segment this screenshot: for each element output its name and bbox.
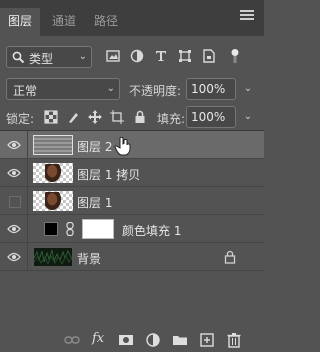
layer-thumbnail: [33, 247, 73, 267]
layer-row[interactable]: 图层 2: [0, 131, 264, 159]
new-layer-icon[interactable]: [199, 332, 215, 348]
panel-footer: fx: [0, 328, 264, 352]
lock-image-pixels-icon[interactable]: [66, 110, 80, 124]
filter-kind-label: 类型: [29, 52, 54, 66]
visibility-toggle[interactable]: [0, 187, 28, 215]
fill-value: 100%: [191, 110, 226, 124]
hand-cursor-icon: [114, 136, 131, 156]
add-mask-icon[interactable]: [118, 332, 134, 348]
layer-name: 背景: [77, 252, 102, 266]
smart-object-filter-icon[interactable]: [201, 48, 217, 64]
tab-paths[interactable]: 路径: [86, 8, 126, 36]
layer-name: 图层 2: [77, 140, 113, 154]
eye-icon: [7, 140, 21, 150]
new-group-icon[interactable]: [172, 332, 188, 348]
image-filter-icon[interactable]: [105, 48, 121, 64]
layer-name: 图层 1 拷贝: [77, 168, 141, 182]
filter-toggle-icon[interactable]: [227, 48, 243, 64]
shape-filter-icon[interactable]: [177, 48, 193, 64]
eye-icon: [7, 168, 21, 178]
blend-mode-select[interactable]: 正常 ⌄: [6, 78, 120, 100]
opacity-dropdown-icon[interactable]: ⌄: [238, 78, 258, 100]
panel-tab-bar: 图层 通道 路径: [0, 0, 264, 36]
lock-all-icon[interactable]: [133, 110, 147, 124]
layer-name: 图层 1: [77, 196, 113, 210]
fill-dropdown-icon[interactable]: ⌄: [238, 106, 258, 128]
chain-link-icon[interactable]: [66, 222, 74, 236]
fill-label: 填充:: [157, 112, 186, 126]
eye-icon: [7, 252, 21, 262]
fill-field[interactable]: 100%: [186, 106, 236, 128]
visibility-toggle[interactable]: [0, 159, 28, 187]
type-filter-icon[interactable]: [153, 48, 169, 64]
opacity-field[interactable]: 100%: [186, 78, 236, 100]
opacity-label: 不透明度:: [129, 84, 182, 98]
lock-icon: [224, 250, 236, 264]
hidden-visibility-box: [9, 196, 21, 208]
eye-icon: [7, 224, 21, 234]
lock-position-icon[interactable]: [88, 110, 102, 124]
tab-channels[interactable]: 通道: [44, 8, 84, 36]
lock-artboard-icon[interactable]: [110, 110, 124, 124]
chevron-down-icon: ⌄: [106, 83, 115, 94]
background-thumbnail-art: [34, 249, 72, 266]
fill-color-swatch[interactable]: [44, 222, 58, 236]
layer-row[interactable]: 图层 1 拷贝: [0, 159, 264, 187]
layers-list: 图层 2 图层 1 拷贝 图层 1 颜色填充 1 背景: [0, 131, 264, 271]
link-layers-icon[interactable]: [64, 332, 80, 348]
layer-name: 颜色填充 1: [122, 224, 182, 238]
lock-row: 锁定: 填充: 100% ⌄: [0, 104, 264, 131]
tab-layers[interactable]: 图层: [0, 8, 40, 36]
blend-row: 正常 ⌄ 不透明度: 100% ⌄: [0, 76, 264, 102]
filter-kind-select[interactable]: 类型 ⌄: [6, 46, 92, 68]
layer-filter-bar: 类型 ⌄: [4, 44, 260, 72]
opacity-value: 100%: [191, 82, 226, 96]
visibility-toggle[interactable]: [0, 131, 28, 159]
panel-menu-icon[interactable]: [240, 10, 254, 20]
adjustment-filter-icon[interactable]: [129, 48, 145, 64]
lock-label: 锁定:: [6, 112, 35, 126]
search-icon: [12, 51, 25, 64]
figure-image: [45, 192, 61, 210]
visibility-toggle[interactable]: [0, 215, 28, 243]
blend-mode-value: 正常: [13, 84, 38, 98]
layer-row[interactable]: 图层 1: [0, 187, 264, 215]
layer-row[interactable]: 背景: [0, 243, 264, 271]
visibility-toggle[interactable]: [0, 243, 28, 271]
layer-row[interactable]: 颜色填充 1: [0, 215, 264, 243]
figure-image: [45, 164, 61, 182]
adjustment-layer-icon[interactable]: [145, 332, 161, 348]
layer-thumbnail: [33, 191, 73, 211]
lock-transparent-pixels-icon[interactable]: [44, 110, 58, 124]
fx-icon[interactable]: fx: [92, 331, 104, 346]
chevron-down-icon: ⌄: [78, 51, 87, 62]
layer-mask-thumbnail[interactable]: [82, 219, 114, 239]
layer-thumbnail: [33, 135, 73, 155]
delete-icon[interactable]: [226, 332, 242, 348]
layer-thumbnail: [33, 163, 73, 183]
